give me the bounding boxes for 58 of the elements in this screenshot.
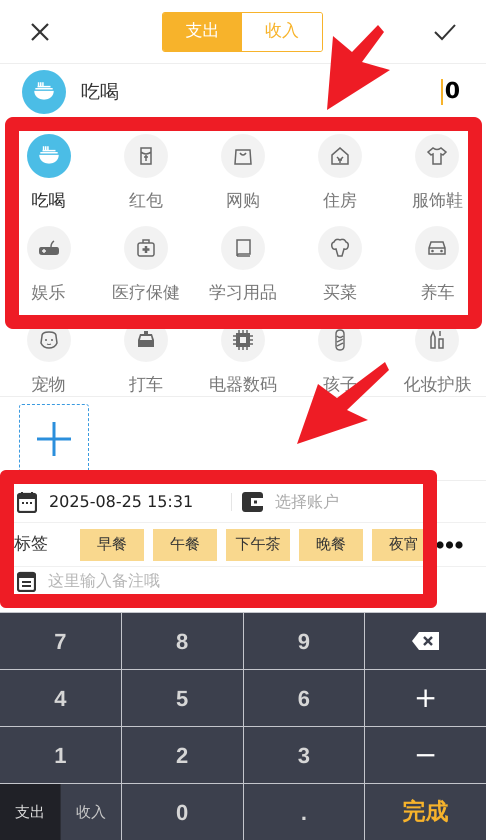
tag-chip[interactable]: 晚餐	[299, 528, 363, 560]
number-key[interactable]: 8	[122, 613, 242, 669]
category-label[interactable]: 吃喝	[32, 191, 66, 211]
number-key[interactable]: 4	[0, 670, 121, 726]
note-field[interactable]: 这里输入备注哦	[48, 571, 178, 591]
category-label[interactable]: 住房	[323, 191, 358, 211]
number-key[interactable]: 7	[0, 613, 121, 669]
tag-chip[interactable]: 早餐	[80, 528, 144, 560]
category-label[interactable]: 学习用品	[208, 283, 277, 303]
backspace-key[interactable]	[365, 613, 486, 669]
category-label[interactable]: 养车	[420, 283, 454, 303]
note-icon[interactable]	[17, 571, 36, 592]
more-icon[interactable]	[436, 540, 463, 548]
book-icon[interactable]	[220, 226, 265, 270]
category-label[interactable]: 网购	[226, 191, 260, 211]
category-label[interactable]: 化妆护肤	[403, 375, 472, 395]
tags-label: 标签	[14, 532, 49, 556]
close-icon[interactable]	[30, 22, 50, 42]
number-key[interactable]: 2	[122, 727, 242, 783]
category-label[interactable]: 服饰鞋	[412, 191, 463, 211]
envelope-icon[interactable]	[124, 134, 168, 178]
tag-chip[interactable]: 夜宵	[372, 528, 423, 560]
gamepad-icon[interactable]	[26, 226, 71, 270]
number-key[interactable]: .	[244, 784, 364, 840]
medkit-icon[interactable]	[124, 226, 168, 270]
type-toggle[interactable]: 支出	[0, 784, 61, 840]
number-key[interactable]: 5	[122, 670, 242, 726]
category-label[interactable]: 电器数码	[208, 375, 277, 395]
bag-icon[interactable]	[220, 134, 265, 178]
wallet-icon[interactable]	[242, 492, 263, 512]
category-label[interactable]: 医疗保健	[112, 283, 180, 303]
operator-key[interactable]: +	[365, 670, 486, 726]
tag-chip[interactable]: 午餐	[153, 528, 217, 560]
plus-icon	[37, 422, 71, 456]
amount-field[interactable]: 0	[440, 79, 460, 105]
category-label[interactable]: 打车	[128, 375, 163, 395]
shirt-icon[interactable]	[415, 134, 460, 178]
number-key[interactable]: 9	[244, 613, 364, 669]
category-label[interactable]: 宠物	[32, 375, 66, 395]
bowl-icon	[22, 70, 66, 114]
number-key[interactable]: 1	[0, 727, 121, 783]
category-label[interactable]: 红包	[128, 191, 163, 211]
backspace-icon	[412, 632, 440, 650]
vegetable-icon[interactable]	[318, 226, 362, 270]
done-button[interactable]: 完成	[365, 784, 486, 840]
house-icon[interactable]	[318, 134, 362, 178]
tag-chip[interactable]: 下午茶	[226, 528, 290, 560]
date-time[interactable]: 2025-08-25 15:31	[49, 490, 229, 514]
check-icon[interactable]	[434, 22, 456, 40]
number-key[interactable]: 0	[122, 784, 242, 840]
number-key[interactable]: 3	[244, 727, 364, 783]
category-label: 吃喝	[81, 80, 119, 105]
category-label[interactable]: 买菜	[323, 283, 358, 303]
category-label[interactable]: 娱乐	[32, 283, 66, 303]
calendar-icon[interactable]	[17, 490, 37, 512]
number-key[interactable]: 6	[244, 670, 364, 726]
car-icon[interactable]	[415, 226, 460, 270]
operator-key[interactable]: −	[365, 727, 486, 783]
